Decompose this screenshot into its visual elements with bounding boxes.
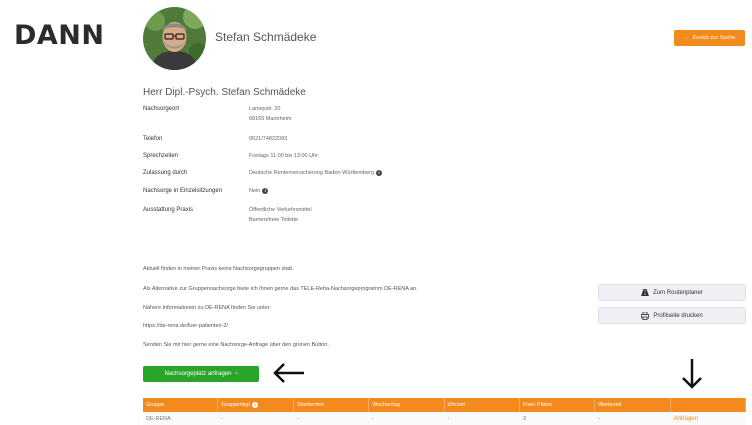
chevron-right-icon: ›: [235, 371, 238, 377]
approval-label: Zulassung durch: [143, 170, 188, 176]
phone-label: Telefon: [143, 136, 163, 142]
road-icon: [641, 289, 650, 296]
arrow-left-icon: ←: [683, 35, 690, 41]
profile-name: Stefan Schmädeke: [215, 30, 317, 44]
column-header: Gruppe: [143, 398, 219, 412]
printer-icon: [641, 311, 650, 320]
page-title: Herr Dipl.-Psych. Stefan Schmädeke: [143, 87, 306, 98]
groups-table: Gruppe Gruppentyp i Starttermin Wochentag…: [143, 398, 746, 425]
table-cell: -: [598, 415, 601, 422]
request-link[interactable]: Anfragen: [671, 412, 746, 425]
info-icon[interactable]: i: [262, 187, 269, 194]
route-planner-button[interactable]: Zum Routenplaner: [598, 284, 746, 301]
column-header: Starttermin: [294, 398, 370, 412]
equipment-value: Öffentliche Verkehrsmittel Barrierefreie…: [249, 205, 312, 225]
table-cell: -: [372, 415, 374, 422]
route-button-label: Zum Routenplaner: [653, 289, 703, 296]
request-spot-button[interactable]: Nachsorgeplatz anfragen ›: [143, 366, 259, 382]
arrow-down-icon: [682, 359, 702, 389]
hours-value: Freitags 11:00 bis 13:00 Uhr: [249, 153, 318, 159]
info-icon[interactable]: i: [376, 169, 383, 176]
equipment-item: Öffentliche Verkehrsmittel: [249, 207, 312, 213]
table-cell: DE-RENA: [146, 415, 171, 422]
info-paragraph: Aktuell finden in meiner Praxis keine Na…: [143, 266, 294, 272]
info-icon[interactable]: i: [252, 402, 259, 408]
location-street: Lameystr. 20: [249, 106, 281, 112]
column-header: Freie Plätze: [520, 398, 596, 412]
phone-value: 0621/74822093: [249, 136, 288, 142]
print-button-label: Profilseite drucken: [653, 312, 703, 319]
de-rena-link[interactable]: https://de-rena.de/fuer-patienten-2/: [143, 323, 228, 329]
info-paragraph: Senden Sie mir hier gerne eine Nachsorge…: [143, 342, 329, 348]
hours-label: Sprechzeiten: [143, 153, 179, 159]
individual-sessions-label: Nachsorge in Einzelsitzungen: [143, 188, 223, 194]
column-header-group-type: Gruppentyp i: [218, 398, 294, 412]
column-header: Wochentag: [369, 398, 445, 412]
column-header: Wartezeit: [595, 398, 671, 412]
back-to-search-button[interactable]: ← Zurück zur Suche: [674, 30, 745, 46]
table-header: Gruppe Gruppentyp i Starttermin Wochentag…: [143, 398, 746, 412]
table-cell: 3: [522, 415, 526, 422]
table-cell: -: [447, 415, 450, 422]
print-profile-button[interactable]: Profilseite drucken: [598, 307, 746, 324]
equipment-label: Ausstattung Praxis: [143, 207, 194, 213]
column-header: [671, 398, 746, 412]
info-paragraph: Nähere Informationen zu DE-RENA finden S…: [143, 305, 272, 311]
column-header: Uhrzeit: [445, 398, 520, 412]
location-city: 68165 Mannheim: [249, 116, 292, 122]
individual-sessions-text: Nein: [249, 188, 261, 194]
approval-value: Deutsche Rentenversicherung Baden-Württe…: [249, 168, 383, 178]
arrow-left-icon: [273, 363, 304, 383]
back-button-label: Zurück zur Suche: [692, 35, 736, 41]
individual-sessions-value: Nein i: [249, 186, 269, 196]
table-row: DE-RENA - - - - 3 - Anfragen: [143, 412, 746, 425]
location-value: Lameystr. 20 68165 Mannheim: [249, 104, 292, 124]
brand-logo: DANN: [14, 20, 105, 51]
location-label: Nachsorgeort: [143, 106, 180, 112]
approval-text: Deutsche Rentenversicherung Baden-Württe…: [249, 170, 375, 176]
profile-photo: [143, 7, 206, 70]
request-button-label: Nachsorgeplatz anfragen: [164, 371, 232, 377]
table-cell: -: [221, 415, 224, 422]
equipment-item: Barrierefreie Toilette: [249, 217, 299, 223]
table-cell: -: [296, 415, 299, 422]
avatar: [143, 7, 206, 70]
info-paragraph: Als Alternative zur Gruppennachsorge bie…: [143, 286, 418, 292]
